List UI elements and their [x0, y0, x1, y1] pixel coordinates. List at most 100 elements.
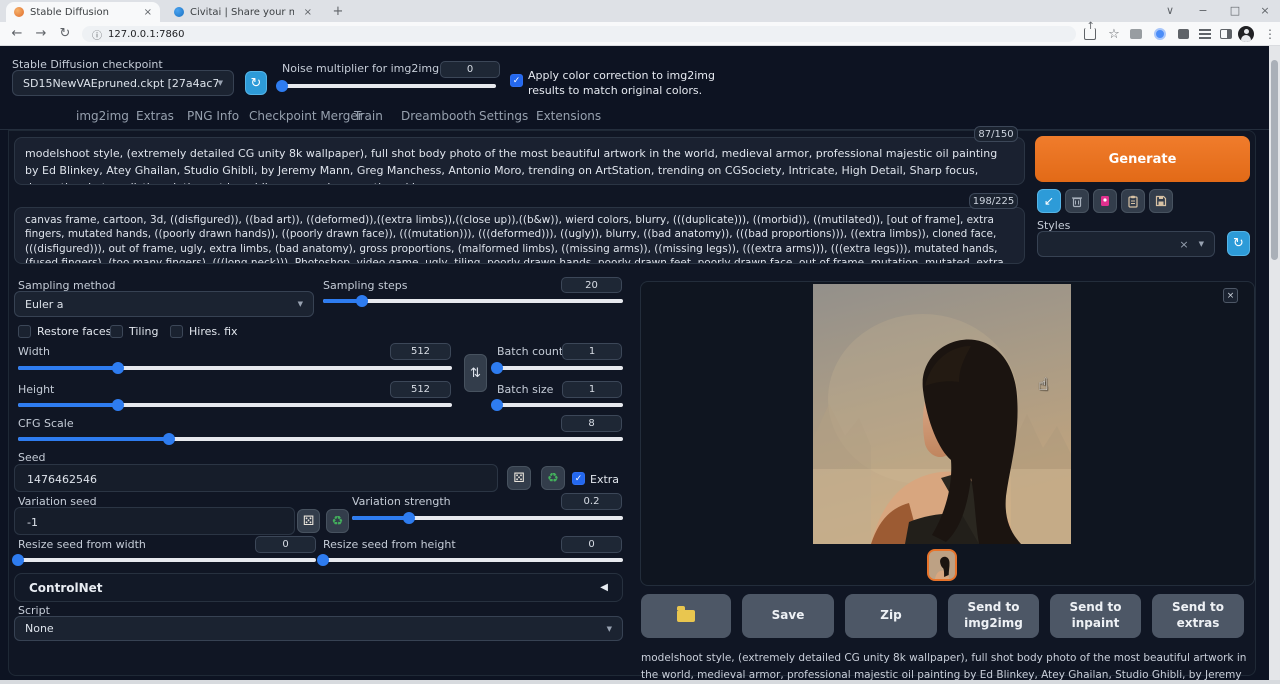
tab-checkpoint-merger[interactable]: Checkpoint Merger — [249, 109, 363, 123]
checkpoint-dropdown[interactable]: SD15NewVAEpruned.ckpt [27a4ac756c] ▼ — [12, 70, 234, 96]
height-value[interactable]: 512 — [390, 381, 451, 398]
generated-image[interactable] — [813, 284, 1071, 544]
batch-count-value[interactable]: 1 — [562, 343, 622, 360]
tab-extras[interactable]: Extras — [136, 109, 174, 123]
swap-dimensions-button[interactable]: ⇅ — [464, 354, 487, 392]
sampling-steps-value[interactable]: 20 — [561, 277, 622, 293]
window-close-button[interactable]: × — [1250, 0, 1280, 22]
tab-png-info[interactable]: PNG Info — [187, 109, 239, 123]
profile-avatar[interactable] — [1238, 26, 1254, 42]
variation-strength-slider[interactable] — [352, 512, 623, 524]
apply-styles-button[interactable] — [1121, 189, 1145, 213]
window-restore-button[interactable]: □ — [1220, 0, 1250, 22]
browser-menu-icon[interactable]: ⋮ — [1262, 27, 1278, 41]
prompt-input[interactable]: modelshoot style, (extremely detailed CG… — [14, 137, 1025, 185]
negative-prompt-input[interactable]: canvas frame, cartoon, 3d, ((disfigured)… — [14, 207, 1025, 264]
page-scrollbar[interactable] — [1269, 46, 1280, 680]
window-chevron-icon[interactable]: ∨ — [1155, 0, 1185, 22]
paste-parameters-button[interactable]: ↙ — [1037, 189, 1061, 213]
styles-dropdown[interactable]: × ▼ — [1037, 231, 1215, 257]
batch-size-slider[interactable] — [497, 399, 623, 411]
batch-count-slider[interactable] — [497, 362, 623, 374]
gallery-thumbnail[interactable] — [927, 549, 957, 581]
save-button[interactable]: Save — [742, 594, 834, 638]
tiling-checkbox[interactable] — [110, 325, 123, 338]
save-icon — [1155, 195, 1167, 207]
address-bar[interactable]: ⓘ 127.0.0.1:7860 — [82, 26, 1076, 42]
extension-blue-icon[interactable] — [1154, 28, 1166, 40]
zip-button[interactable]: Zip — [845, 594, 937, 638]
browser-tabstrip: Stable Diffusion × Civitai | Share your … — [0, 0, 1280, 22]
resize-seed-height-value[interactable]: 0 — [561, 536, 622, 553]
sampling-steps-slider[interactable] — [323, 295, 623, 307]
color-correction-checkbox[interactable]: ✓ — [510, 74, 523, 87]
side-panel-icon[interactable] — [1220, 29, 1232, 39]
tab-settings[interactable]: Settings — [479, 109, 528, 123]
clear-styles-icon[interactable]: × — [1179, 238, 1188, 251]
height-slider[interactable] — [18, 399, 452, 411]
tab-close-icon[interactable]: × — [144, 7, 152, 18]
hires-fix-checkbox[interactable] — [170, 325, 183, 338]
send-to-img2img-button[interactable]: Send to img2img — [948, 594, 1039, 638]
reload-button[interactable]: ↻ — [56, 25, 74, 43]
clear-prompt-button[interactable] — [1065, 189, 1089, 213]
tab-extensions[interactable]: Extensions — [536, 109, 601, 123]
variation-strength-value[interactable]: 0.2 — [561, 493, 622, 510]
back-button[interactable]: ← — [8, 25, 26, 43]
close-gallery-button[interactable]: × — [1223, 288, 1238, 303]
tab-dreambooth[interactable]: Dreambooth — [401, 109, 476, 123]
noise-multiplier-value[interactable]: 0 — [440, 61, 500, 78]
prompt-token-counter: 87/150 — [974, 126, 1018, 142]
random-variation-seed-button[interactable]: ⚄ — [297, 509, 320, 533]
send-to-extras-button[interactable]: Send to extras — [1152, 594, 1244, 638]
height-label: Height — [18, 383, 54, 396]
refresh-styles-button[interactable]: ↻ — [1227, 231, 1250, 256]
resize-seed-width-value[interactable]: 0 — [255, 536, 316, 553]
controlnet-accordion[interactable]: ControlNet ◀ — [14, 573, 623, 602]
tab-img2img[interactable]: img2img — [76, 109, 129, 123]
extensions-puzzle-icon[interactable] — [1178, 29, 1189, 39]
noise-multiplier-slider[interactable] — [282, 80, 496, 92]
send-to-inpaint-button[interactable]: Send to inpaint — [1050, 594, 1141, 638]
reuse-variation-seed-button[interactable]: ♻ — [326, 509, 349, 533]
reuse-seed-button[interactable]: ♻ — [541, 466, 565, 490]
restore-faces-checkbox[interactable] — [18, 325, 31, 338]
tab-close-icon[interactable]: × — [304, 7, 312, 18]
script-dropdown[interactable]: None ▼ — [14, 616, 623, 641]
refresh-checkpoints-button[interactable]: ↻ — [245, 71, 267, 95]
variation-strength-label: Variation strength — [352, 495, 451, 508]
generate-button[interactable]: Generate — [1035, 136, 1250, 182]
bookmark-star-icon[interactable]: ☆ — [1106, 27, 1122, 41]
new-tab-button[interactable]: + — [330, 4, 346, 20]
variation-seed-input[interactable]: -1 — [14, 507, 295, 535]
extension-grid-icon[interactable] — [1130, 29, 1142, 39]
random-seed-button[interactable]: ⚄ — [507, 466, 531, 490]
browser-tab-stable-diffusion[interactable]: Stable Diffusion × — [6, 2, 160, 22]
share-icon[interactable] — [1084, 28, 1096, 40]
batch-count-label: Batch count — [497, 345, 563, 358]
window-minimize-button[interactable]: − — [1188, 0, 1218, 22]
sampling-steps-label: Sampling steps — [323, 279, 408, 292]
resize-seed-height-slider[interactable] — [323, 554, 623, 566]
reading-list-icon[interactable] — [1199, 29, 1211, 39]
site-info-icon[interactable]: ⓘ — [92, 27, 102, 42]
tab-title: Stable Diffusion — [30, 7, 134, 18]
batch-size-value[interactable]: 1 — [562, 381, 622, 398]
width-slider[interactable] — [18, 362, 452, 374]
browser-tab-civitai[interactable]: Civitai | Share your models × — [166, 2, 320, 22]
save-style-button[interactable] — [1149, 189, 1173, 213]
open-folder-button[interactable] — [641, 594, 731, 638]
resize-seed-width-slider[interactable] — [18, 554, 316, 566]
tab-train[interactable]: Train — [354, 109, 383, 123]
sampling-method-dropdown[interactable]: Euler a ▼ — [14, 291, 314, 317]
cfg-scale-slider[interactable] — [18, 433, 623, 445]
style-pink-button[interactable] — [1093, 189, 1117, 213]
stable-diffusion-favicon — [14, 7, 24, 17]
seed-input[interactable]: 1476462546 — [14, 464, 498, 492]
cfg-scale-value[interactable]: 8 — [561, 415, 622, 432]
extra-seed-checkbox[interactable]: ✓ — [572, 472, 585, 485]
forward-button[interactable]: → — [32, 25, 50, 43]
scrollbar-thumb[interactable] — [1271, 60, 1278, 260]
width-value[interactable]: 512 — [390, 343, 451, 360]
checkpoint-value: SD15NewVAEpruned.ckpt [27a4ac756c] — [23, 77, 218, 90]
